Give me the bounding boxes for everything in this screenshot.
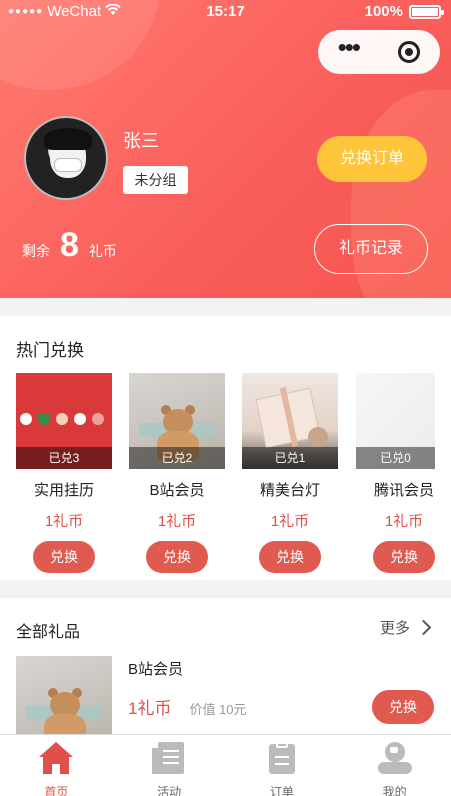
- exchange-button[interactable]: 兑换: [146, 541, 208, 573]
- more-link[interactable]: 更多: [379, 617, 432, 638]
- activity-icon: [152, 742, 186, 774]
- tab-label: 首页: [44, 785, 69, 796]
- balance-value: 8: [60, 226, 79, 264]
- exchanged-count: 已兑1: [242, 447, 338, 469]
- status-right: 100%: [364, 3, 444, 20]
- tab-label: 订单: [269, 785, 294, 796]
- hot-list: 已兑3 实用挂历 1礼币 兑换 已兑2 B站会员 1礼币 兑换 已兑1 精美台灯…: [16, 373, 451, 573]
- home-icon: [39, 742, 74, 774]
- gift-image[interactable]: 已兑3: [16, 373, 112, 469]
- section-title: 全部礼品: [16, 624, 81, 641]
- gift-image[interactable]: 已兑1: [242, 373, 338, 469]
- ornament: [308, 427, 328, 447]
- avatar-mask: [54, 158, 82, 172]
- ornament: [92, 413, 104, 425]
- more-label: 更多: [379, 620, 410, 637]
- ornament: [20, 413, 32, 425]
- gift-price: 1礼币: [270, 513, 310, 530]
- user-icon: [377, 742, 412, 774]
- tab-bar: 首页 活动 订单 我的: [0, 734, 451, 796]
- exchanged-count: 已兑2: [129, 447, 225, 469]
- exchange-button[interactable]: 兑换: [372, 690, 434, 724]
- gift-value: 价值 10元: [189, 702, 247, 717]
- exchange-button[interactable]: 兑换: [259, 541, 321, 573]
- balance-prefix: 剩余: [22, 243, 50, 259]
- gift-image[interactable]: 已兑2: [129, 373, 225, 469]
- ornament: [56, 413, 68, 425]
- status-bar: ●●●●● WeChat 15:17 100%: [0, 0, 451, 24]
- ornament: [38, 413, 50, 425]
- tab-mine[interactable]: 我的: [338, 735, 451, 796]
- avatar-hair: [44, 128, 92, 150]
- exchanged-count: 已兑0: [356, 447, 435, 469]
- exchange-button[interactable]: 兑换: [33, 541, 95, 573]
- gift-name: 精美台灯: [259, 482, 320, 499]
- gift-name: B站会员: [149, 482, 205, 499]
- miniprogram-capsule: •••: [318, 30, 440, 74]
- avatar[interactable]: [24, 116, 108, 200]
- gift-price: 1礼币: [128, 699, 172, 718]
- coin-balance: 剩余 8 礼币: [22, 228, 117, 262]
- tab-orders[interactable]: 订单: [226, 735, 339, 796]
- user-name: 张三: [123, 131, 159, 151]
- page: ●●●●● WeChat 15:17 100% ••• 张三 未分组 兑换订单: [0, 0, 451, 796]
- gift-card[interactable]: 已兑3 实用挂历 1礼币 兑换: [16, 373, 112, 573]
- gift-price: 1礼币: [157, 513, 197, 530]
- all-gifts-section: 全部礼品 更多 B站会员 1礼币 价值 10元 兑换: [0, 598, 451, 752]
- more-icon[interactable]: •••: [338, 34, 361, 60]
- gift-name: B站会员: [128, 661, 184, 678]
- profile-header: ●●●●● WeChat 15:17 100% ••• 张三 未分组 兑换订单: [0, 0, 451, 298]
- chevron-right-icon: [415, 619, 432, 636]
- section-title: 热门兑换: [16, 341, 84, 360]
- exchange-orders-button[interactable]: 兑换订单: [317, 136, 427, 182]
- battery-icon: [409, 4, 444, 19]
- group-badge: 未分组: [123, 166, 188, 194]
- tab-label: 我的: [382, 785, 407, 796]
- ornament: [74, 413, 86, 425]
- tab-activity[interactable]: 活动: [113, 735, 226, 796]
- order-icon: [265, 742, 299, 774]
- exchange-button[interactable]: 兑换: [373, 541, 435, 573]
- gift-price-row: 1礼币 价值 10元: [128, 694, 247, 719]
- hot-exchange-section: 热门兑换 已兑3 实用挂历 1礼币 兑换 已兑2 B站会员 1礼币 兑换 已兑1…: [0, 316, 451, 580]
- coin-record-button[interactable]: 礼币记录: [314, 224, 428, 274]
- gift-card[interactable]: 已兑2 B站会员 1礼币 兑换: [129, 373, 225, 573]
- tab-home[interactable]: 首页: [0, 735, 113, 796]
- gift-card[interactable]: 已兑1 精美台灯 1礼币 兑换: [242, 373, 338, 573]
- exchanged-count: 已兑3: [16, 447, 112, 469]
- gift-card[interactable]: 已兑0 腾讯会员 1礼币 兑换: [356, 373, 451, 573]
- gift-name: 腾讯会员: [373, 482, 434, 499]
- tab-label: 活动: [157, 785, 182, 796]
- balance-unit: 礼币: [88, 243, 117, 259]
- battery-percent: 100%: [364, 3, 403, 20]
- gift-name: 实用挂历: [33, 482, 94, 499]
- close-miniprogram-icon[interactable]: [398, 41, 421, 63]
- gift-price: 1礼币: [384, 513, 424, 530]
- gift-image[interactable]: 已兑0: [356, 373, 435, 469]
- gift-price: 1礼币: [44, 513, 84, 530]
